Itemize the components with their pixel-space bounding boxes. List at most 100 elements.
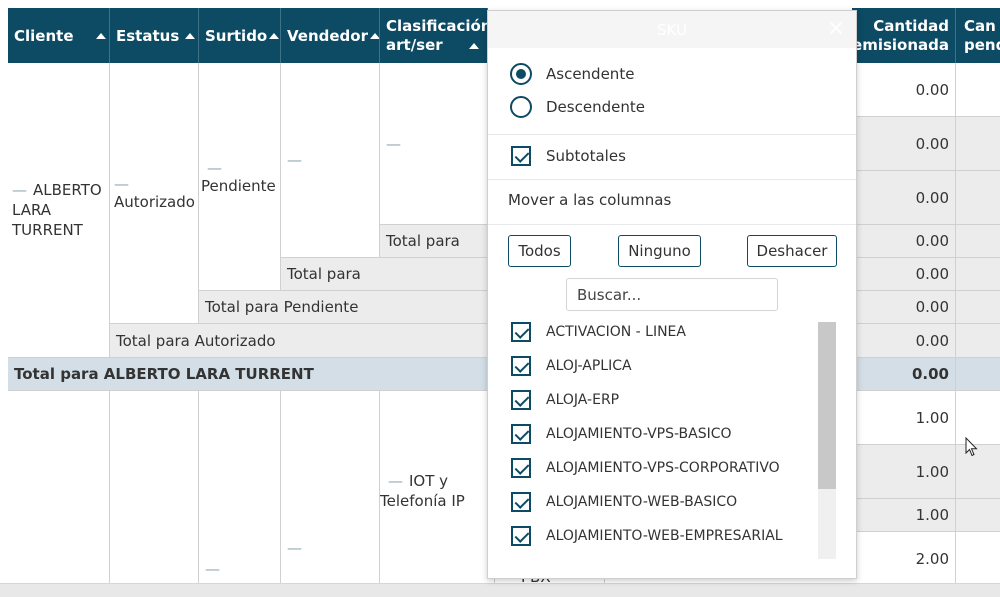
cant-cell: 0.00 (852, 63, 956, 117)
checkbox-checked-icon[interactable] (511, 424, 531, 444)
total-label: Total para ALBERTO LARA TURRENT (14, 365, 314, 383)
checkbox-checked-icon[interactable] (511, 356, 531, 376)
dash-icon: — (114, 175, 129, 193)
header-cliente[interactable]: Cliente (8, 8, 110, 63)
radio-checked-icon[interactable] (510, 63, 532, 85)
cant-value: 0.00 (915, 232, 949, 250)
cell-clasificacion-group2: — IOT y Telefonía IP (380, 391, 495, 583)
total-row-vendedor: Total para (281, 258, 501, 291)
header-cantidad-pendiente[interactable]: Can pend (956, 8, 1000, 63)
list-item[interactable]: ALOJAMIENTO-VPS-CORPORATIVO (511, 458, 780, 478)
cell-vendedor-group2: — (281, 391, 380, 583)
divider (488, 224, 856, 225)
list-item[interactable]: ACTIVACION - LINEA (511, 322, 686, 342)
pend-cell (956, 324, 1000, 358)
sort-asc-icon (370, 32, 379, 39)
total-label: Total para Pendiente (205, 298, 359, 316)
divider (488, 134, 856, 135)
list-item[interactable]: ALOJ-APLICA (511, 356, 632, 376)
header-label: Estatus (116, 26, 180, 45)
cell-clasificacion: — (380, 63, 488, 225)
sort-ascending-option[interactable]: Ascendente (510, 63, 634, 85)
cell-estatus: — Autorizado (110, 63, 199, 324)
dash-icon: — (207, 158, 222, 177)
mouse-cursor-icon (965, 437, 978, 457)
header-vendedor[interactable]: Vendedor (281, 8, 380, 63)
move-to-columns-label: Mover a las columnas (508, 191, 672, 209)
list-item[interactable]: ALOJAMIENTO-VPS-BASICO (511, 424, 732, 444)
header-estatus[interactable]: Estatus (110, 8, 199, 63)
pend-cell (956, 63, 1000, 117)
close-icon[interactable]: × (826, 18, 846, 40)
radio-unchecked-icon[interactable] (510, 96, 532, 118)
divider (488, 179, 856, 180)
cant-value: 1.00 (915, 506, 949, 524)
sort-descending-option[interactable]: Descendente (510, 96, 645, 118)
total-row-clasif: Total para (380, 225, 500, 258)
checkbox-checked-icon[interactable] (511, 458, 531, 478)
search-input[interactable] (566, 278, 778, 311)
list-item-label: ALOJA-ERP (546, 392, 620, 408)
cell-cliente-group2 (8, 391, 110, 583)
cant-cell: 0.00 (852, 291, 956, 324)
total-label: Total para Autorizado (116, 331, 276, 350)
cant-value: 0.00 (915, 298, 949, 316)
list-scrollbar[interactable] (818, 322, 836, 559)
cant-value: 0.00 (911, 365, 949, 383)
checkbox-checked-icon[interactable] (511, 146, 531, 166)
checkbox-checked-icon[interactable] (511, 526, 531, 546)
header-cantidad-remisionada[interactable]: Cantidad remisionada (852, 8, 956, 63)
dash-icon: — (205, 560, 220, 578)
list-item-label: ALOJ-APLICA (546, 358, 632, 374)
header-label: Surtido (205, 26, 268, 45)
select-all-button[interactable]: Todos (508, 235, 571, 267)
undo-button[interactable]: Deshacer (747, 235, 837, 267)
sort-asc-icon (95, 32, 106, 39)
cant-cell: 0.00 (852, 258, 956, 291)
popup-title: SKU (657, 20, 687, 39)
list-item-label: ALOJAMIENTO-WEB-EMPRESARIAL (546, 528, 783, 544)
cell-cliente-group1: — ALBERTO LARA TURRENT (8, 63, 110, 358)
cant-cell: 0.00 (852, 117, 956, 171)
cant-cell: 1.00 (852, 499, 956, 532)
cant-cell: 0.00 (852, 225, 956, 258)
pend-cell (956, 117, 1000, 171)
list-item-label: ALOJAMIENTO-VPS-CORPORATIVO (546, 460, 780, 476)
popup-header: SKU × (488, 11, 856, 48)
header-clasificacion[interactable]: Clasificación art/ser (380, 8, 488, 63)
pend-cell (956, 171, 1000, 225)
total-row-pendiente: Total para Pendiente (199, 291, 501, 324)
cant-cell: 1.00 (852, 391, 956, 445)
sort-ascending-label: Ascendente (546, 65, 635, 83)
list-item[interactable]: ALOJA-ERP (511, 390, 619, 410)
cell-surtido: — Pendiente (199, 63, 281, 291)
scrollbar-thumb[interactable] (818, 322, 836, 489)
cant-value: 0.00 (915, 331, 949, 350)
move-to-columns-option[interactable]: Mover a las columnas (508, 191, 671, 209)
list-item-label: ALOJAMIENTO-WEB-BASICO (546, 494, 738, 510)
sku-column-menu: SKU × Ascendente Descendente Subtotales … (487, 10, 857, 579)
horizontal-scrollbar[interactable] (0, 583, 1000, 597)
cell-estatus-group2 (110, 391, 199, 583)
total-label: Total para (287, 265, 361, 283)
subtotales-option[interactable]: Subtotales (511, 146, 626, 166)
cant-value: 1.00 (915, 408, 949, 427)
estatus-value: Autorizado (114, 193, 195, 211)
list-item[interactable]: ALOJAMIENTO-WEB-EMPRESARIAL (511, 526, 783, 546)
subtotales-label: Subtotales (546, 147, 626, 165)
pend-cell (956, 258, 1000, 291)
dash-icon: — (12, 181, 27, 199)
list-item[interactable]: ALOJAMIENTO-WEB-BASICO (511, 492, 737, 512)
checkbox-checked-icon[interactable] (511, 322, 531, 342)
header-surtido[interactable]: Surtido (199, 8, 281, 63)
checkbox-checked-icon[interactable] (511, 492, 531, 512)
surtido-value: Pendiente (201, 176, 276, 195)
cant-cell-total: 0.00 (852, 358, 956, 391)
select-none-button[interactable]: Ninguno (618, 235, 701, 267)
sort-descending-label: Descendente (546, 98, 645, 116)
checkbox-checked-icon[interactable] (511, 390, 531, 410)
pend-cell (956, 532, 1000, 583)
header-label: Can pend (964, 16, 1000, 54)
pend-cell (956, 499, 1000, 532)
sort-asc-icon (269, 32, 280, 39)
